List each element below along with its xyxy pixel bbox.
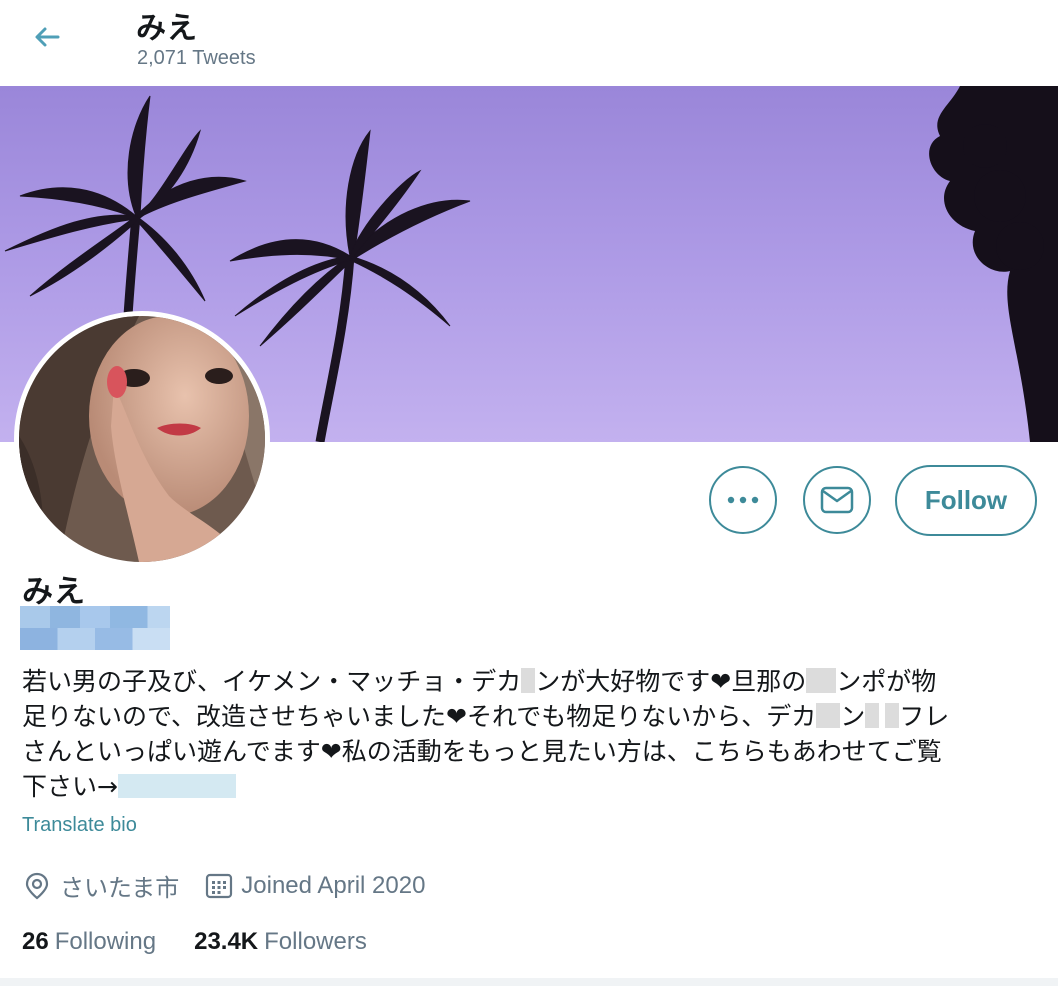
bio-text: 下さい→ <box>22 772 118 801</box>
redaction <box>816 703 841 728</box>
bio-text: ンポが物 <box>836 667 937 696</box>
divider <box>0 978 1058 986</box>
following-link[interactable]: 26 Following <box>22 928 156 956</box>
message-button[interactable] <box>803 466 871 534</box>
profile-meta: さいたま市 Joined April 2020 <box>24 868 425 903</box>
followers-label: Followers <box>264 928 367 955</box>
location-text: さいたま市 <box>60 874 180 902</box>
followers-link[interactable]: 23.4K Followers <box>194 928 367 956</box>
bio-text: ンが大好物です❤旦那の <box>535 667 807 696</box>
follow-button[interactable]: Follow <box>895 465 1037 536</box>
more-button[interactable] <box>709 466 777 534</box>
location-icon <box>25 872 49 899</box>
bio-text: 足りないので、改造させちゃいました❤それでも物足りないから、デカ <box>22 702 817 731</box>
display-name: みえ <box>22 574 86 610</box>
joined-date: Joined April 2020 <box>241 871 426 899</box>
bio-line: 若い男の子及び、イケメン・マッチョ・デカ ンが大好物です❤旦那の ンポが物 <box>22 664 1032 699</box>
followers-count: 23.4K <box>194 928 259 955</box>
bio-line: 下さい→ <box>22 769 1032 804</box>
profile-bio: 若い男の子及び、イケメン・マッチョ・デカ ンが大好物です❤旦那の ンポが物 足りない… <box>22 664 1032 804</box>
calendar-icon <box>206 873 233 898</box>
redaction <box>806 668 837 693</box>
bio-link-redacted[interactable] <box>117 774 236 798</box>
follow-stats: 26 Following 23.4K Followers <box>22 928 367 956</box>
tweet-count: 2,071 Tweets <box>137 47 256 69</box>
more-icon <box>727 496 759 504</box>
translate-bio-link[interactable]: Translate bio <box>22 814 137 837</box>
redaction <box>865 703 880 728</box>
following-label: Following <box>54 928 157 955</box>
header-name: みえ <box>136 11 198 46</box>
bio-text: さんといっぱい遊んでます❤私の活動をもっと見たい方は、こちらもあわせてご覧 <box>22 737 942 766</box>
bio-line: さんといっぱい遊んでます❤私の活動をもっと見たい方は、こちらもあわせてご覧 <box>22 734 1032 769</box>
bio-text: フレ <box>899 702 950 731</box>
envelope-icon <box>820 486 854 514</box>
bio-text: 若い男の子及び、イケメン・マッチョ・デカ <box>22 667 522 696</box>
redaction <box>885 703 900 728</box>
profile-avatar[interactable] <box>14 311 270 567</box>
arrow-left-icon <box>35 27 60 47</box>
following-count: 26 <box>22 928 49 955</box>
handle-redacted <box>20 606 170 650</box>
back-button[interactable] <box>24 18 68 62</box>
redaction <box>521 668 536 693</box>
bio-text: ン <box>840 702 866 731</box>
top-bar: みえ 2,071 Tweets <box>0 0 1058 86</box>
bio-line: 足りないので、改造させちゃいました❤それでも物足りないから、デカン フレ <box>22 699 1032 734</box>
